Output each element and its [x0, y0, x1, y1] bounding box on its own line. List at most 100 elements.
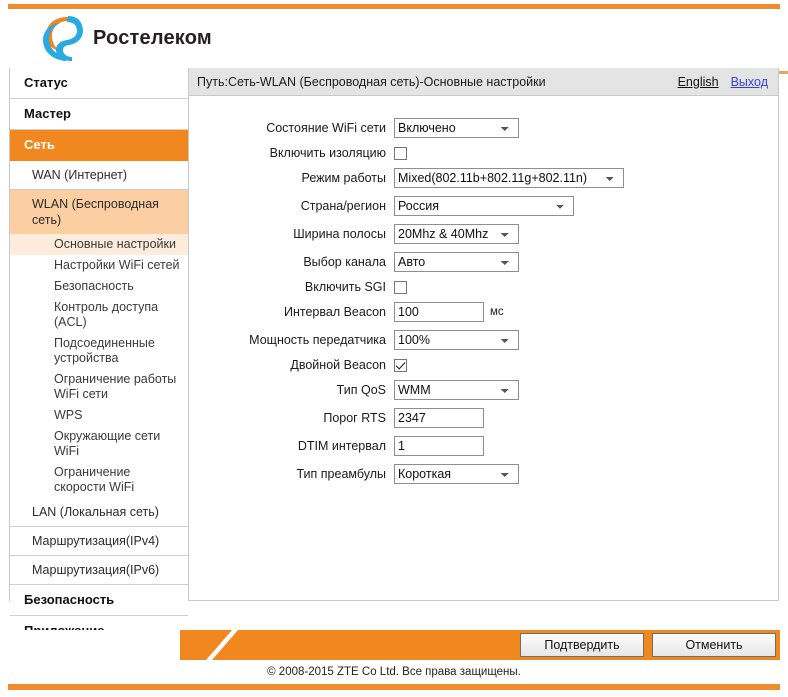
channel-select[interactable]: Авто123 — [394, 252, 519, 272]
rostelecom-ear-logo-icon — [38, 14, 84, 62]
sidebar-nav: Статус Мастер Сеть WAN (Интернет) WLAN (Бесп… — [9, 68, 189, 678]
submit-button[interactable]: Подтвердить — [520, 633, 644, 657]
sgi-checkbox[interactable] — [394, 280, 407, 294]
sidebar-item-2[interactable]: Сеть — [10, 130, 188, 161]
breadcrumb: Путь:Сеть-WLAN (Беспроводная сеть)-Основ… — [197, 74, 546, 89]
sidebar-item-10[interactable]: Ограничение работы WiFi сети — [10, 369, 188, 405]
double-beacon-checkbox[interactable] — [394, 358, 407, 372]
row-channel: Выбор канала Авто123 — [189, 252, 778, 272]
row-country: Страна/регион Россия — [189, 196, 778, 216]
sidebar-item-14[interactable]: LAN (Локальная сеть) — [10, 498, 188, 527]
logout-link[interactable]: Выход — [731, 75, 768, 89]
breadcrumb-bar: Путь:Сеть-WLAN (Беспроводная сеть)-Основ… — [189, 68, 778, 96]
row-isolation: Включить изоляцию — [189, 146, 778, 160]
brand-logo[interactable]: Ростелеком — [38, 14, 212, 62]
sidebar-list-item: Основные настройки — [10, 234, 188, 255]
sidebar-list-item: Окружающие сети WiFi — [10, 426, 188, 462]
sidebar-list-item: Мастер — [10, 99, 188, 130]
brand-name: Ростелеком — [93, 26, 212, 49]
dtim-interval-input[interactable] — [394, 436, 484, 456]
label-country: Страна/регион — [300, 199, 386, 213]
footer-buttons: Подтвердить Отменить — [520, 633, 776, 657]
beacon-interval-unit: мс — [490, 306, 504, 318]
router-admin-page: Ростелеком Статус Мастер Сеть WAN (Интернет… — [0, 0, 788, 697]
content-panel: Путь:Сеть-WLAN (Беспроводная сеть)-Основ… — [189, 68, 779, 601]
sidebar-item-0[interactable]: Статус — [10, 68, 188, 99]
wlan-basic-settings-form: Состояние WiFi сети ВключеноВыключено Вк… — [189, 96, 778, 484]
sidebar-list-item: WLAN (Беспроводная сеть) — [10, 190, 188, 234]
preamble-select[interactable]: КороткаяДлинная — [394, 464, 519, 484]
header-links: English Выход — [678, 75, 768, 89]
sidebar-list-item: Ограничение скорости WiFi — [10, 462, 188, 498]
wifi-state-select[interactable]: ВключеноВыключено — [394, 118, 519, 138]
sidebar-item-13[interactable]: Ограничение скорости WiFi — [10, 462, 188, 498]
sidebar-item-7[interactable]: Безопасность — [10, 276, 188, 297]
sidebar-list-item: Контроль доступа (ACL) — [10, 297, 188, 333]
sidebar-item-17[interactable]: Безопасность — [10, 585, 188, 616]
country-select[interactable]: Россия — [394, 196, 574, 216]
sidebar-list-item: WPS — [10, 405, 188, 426]
row-preamble: Тип преамбулы КороткаяДлинная — [189, 464, 778, 484]
sidebar-item-4[interactable]: WLAN (Беспроводная сеть) — [10, 190, 188, 234]
cancel-button[interactable]: Отменить — [652, 633, 776, 657]
footer-slash-shape — [180, 630, 206, 660]
beacon-interval-input[interactable] — [394, 302, 484, 322]
sidebar-list-item: Сеть — [10, 130, 188, 161]
isolation-checkbox[interactable] — [394, 146, 407, 160]
row-bandwidth: Ширина полосы 20Mhz20Mhz & 40Mhz — [189, 224, 778, 244]
label-sgi: Включить SGI — [304, 280, 386, 294]
copyright-text: © 2008-2015 ZTE Co Ltd. Все права защище… — [267, 666, 521, 678]
sidebar-list-item: LAN (Локальная сеть) — [10, 498, 188, 527]
sidebar-item-6[interactable]: Настройки WiFi сетей — [10, 255, 188, 276]
label-beacon-interval: Интервал Beacon — [284, 305, 386, 319]
label-tx-power: Мощность передатчика — [249, 333, 386, 347]
sidebar-list-item: Ограничение работы WiFi сети — [10, 369, 188, 405]
sidebar-list-item: Статус — [10, 68, 188, 99]
row-sgi: Включить SGI — [189, 280, 778, 294]
sidebar-item-16[interactable]: Маршрутизация(IPv6) — [10, 556, 188, 585]
row-qos-type: Тип QoS WMMНет — [189, 380, 778, 400]
row-tx-power: Мощность передатчика 100%75%50%25% — [189, 330, 778, 350]
row-rts-threshold: Порог RTS — [189, 408, 778, 428]
brand-header: Ростелеком — [8, 9, 788, 74]
row-dtim-interval: DTIM интервал — [189, 436, 778, 456]
sidebar-item-1[interactable]: Мастер — [10, 99, 188, 130]
sidebar-list: Статус Мастер Сеть WAN (Интернет) WLAN (Бесп… — [10, 68, 188, 678]
sidebar-list-item: Подсоединенные устройства — [10, 333, 188, 369]
row-wifi-state: Состояние WiFi сети ВключеноВыключено — [189, 118, 778, 138]
label-bandwidth: Ширина полосы — [293, 227, 386, 241]
mode-select[interactable]: Mixed(802.11b+802.11g+802.11n)802.11b802… — [394, 168, 624, 188]
sidebar-list-item: Маршрутизация(IPv4) — [10, 527, 188, 556]
sidebar-item-11[interactable]: WPS — [10, 405, 188, 426]
label-qos-type: Тип QoS — [336, 383, 386, 397]
sidebar-item-8[interactable]: Контроль доступа (ACL) — [10, 297, 188, 333]
sidebar-list-item: Настройки WiFi сетей — [10, 255, 188, 276]
row-mode: Режим работы Mixed(802.11b+802.11g+802.1… — [189, 168, 778, 188]
bandwidth-select[interactable]: 20Mhz20Mhz & 40Mhz — [394, 224, 519, 244]
tx-power-select[interactable]: 100%75%50%25% — [394, 330, 519, 350]
sidebar-item-3[interactable]: WAN (Интернет) — [10, 161, 188, 190]
sidebar-list-item: Безопасность — [10, 276, 188, 297]
sidebar-item-5[interactable]: Основные настройки — [10, 234, 188, 255]
qos-type-select[interactable]: WMMНет — [394, 380, 519, 400]
label-dtim-interval: DTIM интервал — [297, 439, 386, 453]
sidebar-list-item: Безопасность — [10, 585, 188, 616]
sidebar-item-12[interactable]: Окружающие сети WiFi — [10, 426, 188, 462]
bottom-accent-bar — [8, 684, 780, 690]
sidebar-item-9[interactable]: Подсоединенные устройства — [10, 333, 188, 369]
label-isolation: Включить изоляцию — [269, 146, 386, 160]
label-mode: Режим работы — [301, 171, 386, 185]
language-link[interactable]: English — [678, 75, 719, 89]
sidebar-list-item: WAN (Интернет) — [10, 161, 188, 190]
copyright-band: © 2008-2015 ZTE Co Ltd. Все права защище… — [8, 660, 780, 684]
label-wifi-state: Состояние WiFi сети — [266, 121, 386, 135]
label-preamble: Тип преамбулы — [296, 467, 386, 481]
rts-threshold-input[interactable] — [394, 408, 484, 428]
sidebar-item-15[interactable]: Маршрутизация(IPv4) — [10, 527, 188, 556]
label-channel: Выбор канала — [303, 255, 386, 269]
label-double-beacon: Двойной Beacon — [290, 358, 386, 372]
row-beacon-interval: Интервал Beacon мс — [189, 302, 778, 322]
label-rts-threshold: Порог RTS — [323, 411, 386, 425]
sidebar-list-item: Маршрутизация(IPv6) — [10, 556, 188, 585]
row-double-beacon: Двойной Beacon — [189, 358, 778, 372]
